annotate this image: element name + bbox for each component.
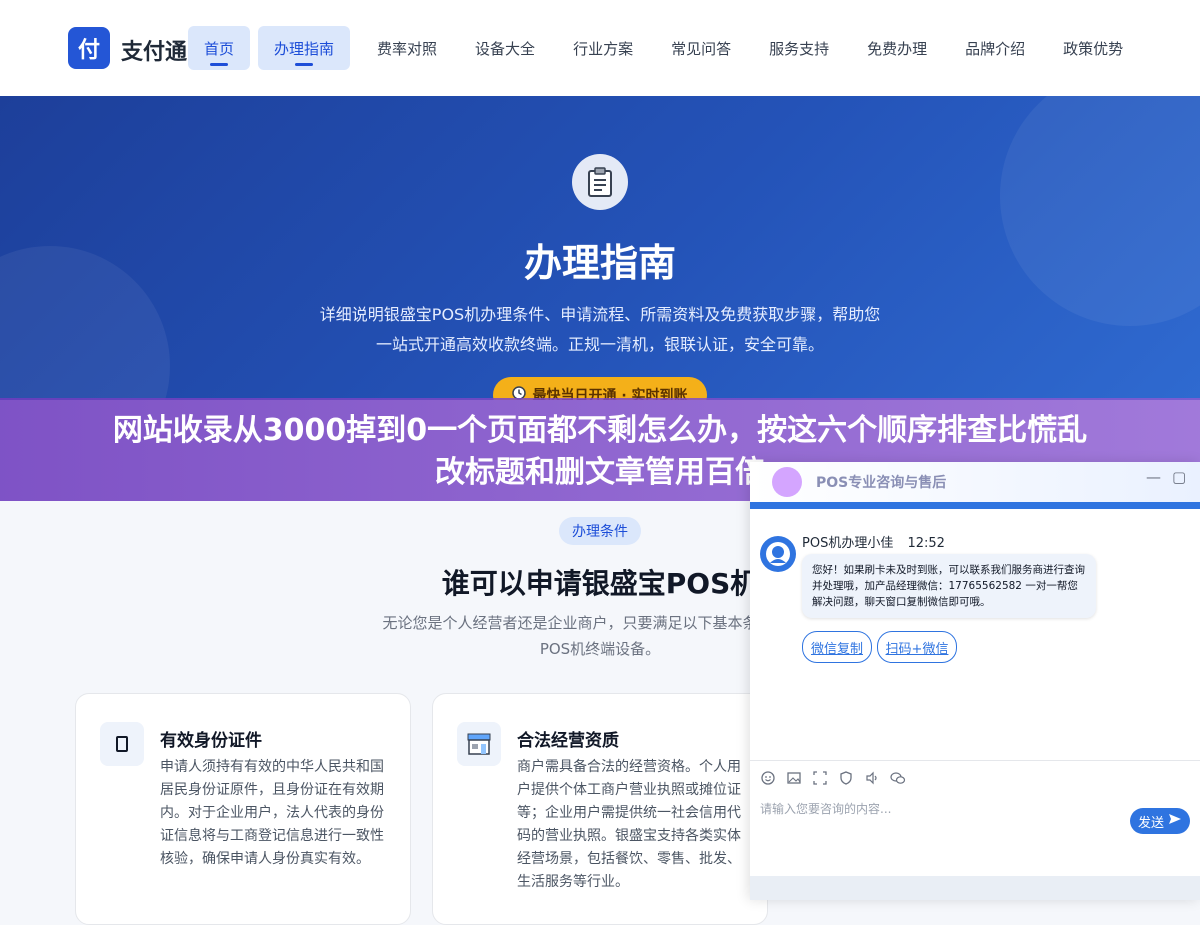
shield-icon[interactable] [838, 770, 854, 786]
hero-badge[interactable]: 最快当日开通 · 实时到账 [493, 377, 707, 400]
minimize-icon[interactable]: — [1146, 468, 1161, 486]
main-nav: 首页 办理指南 费率对照 设备大全 行业方案 常见问答 服务支持 免费办理 品牌… [188, 26, 1142, 70]
agent-message: 您好！如果刷卡未及时到账，可以联系我们服务商进行查询并处理哦，加产品经理微信：1… [802, 554, 1096, 618]
scan-wechat-button[interactable]: 扫码+微信 [877, 631, 957, 663]
agent-name-line: POS机办理小佳 12:52 [802, 532, 945, 551]
maximize-icon[interactable]: ▢ [1172, 468, 1186, 486]
send-label: 发送 [1137, 815, 1164, 831]
nav-item-policy[interactable]: 政策优势 [1044, 26, 1142, 70]
nav-item-brand[interactable]: 品牌介绍 [946, 26, 1044, 70]
hero-description: 详细说明银盛宝POS机办理条件、申请流程、所需资料及免费获取步骤，帮助您 一站式… [300, 300, 900, 360]
send-button[interactable]: 发送 [1130, 808, 1190, 834]
chat-logo [772, 467, 802, 497]
chat-header[interactable]: POS专业咨询与售后 — ▢ [750, 462, 1200, 502]
nav-item-apply[interactable]: 免费办理 [848, 26, 946, 70]
condition-card-id: 有效身份证件 申请人须持有有效的中华人民共和国居民身份证原件，且身份证在有效期内… [75, 693, 411, 925]
nav-item-home[interactable]: 首页 [188, 26, 251, 70]
agent-avatar [760, 536, 796, 572]
card-text: 商户需具备合法的经营资格。个人用户提供个体工商户营业执照或摊位证等；企业用户需提… [517, 759, 741, 890]
id-card-icon [100, 722, 144, 766]
chat-accent-bar [750, 502, 1200, 509]
clipboard-icon [572, 154, 628, 210]
hero-title: 办理指南 [523, 241, 676, 285]
agent-name: POS机办理小佳 [802, 536, 894, 551]
chat-toolbar [760, 770, 906, 786]
sound-icon[interactable] [864, 770, 880, 786]
top-header: 付 支付通 首页 办理指南 费率对照 设备大全 行业方案 常见问答 服务支持 免… [0, 0, 1200, 96]
section-tag: 办理条件 [559, 517, 641, 545]
chat-widget: POS专业咨询与售后 — ▢ POS机办理小佳 12:52 您好！如果刷卡未及时… [750, 462, 1200, 900]
nav-item-industry[interactable]: 行业方案 [554, 26, 652, 70]
nav-item-devices[interactable]: 设备大全 [456, 26, 554, 70]
nav-item-rates[interactable]: 费率对照 [358, 26, 456, 70]
condition-card-license: 合法经营资质 商户需具备合法的经营资格。个人用户提供个体工商户营业执照或摊位证等… [432, 693, 768, 925]
nav-item-support[interactable]: 服务支持 [750, 26, 848, 70]
decor-circle [1000, 96, 1200, 326]
screenshot-icon[interactable] [812, 770, 828, 786]
brand-logo[interactable]: 付 [68, 27, 110, 69]
article-title-line: 网站收录从3000掉到0一个页面都不剩怎么办，按这六个顺序排查比慌乱 [112, 413, 1088, 448]
message-time: 12:52 [907, 536, 945, 551]
logo-char: 付 [77, 38, 100, 63]
brand-name[interactable]: 支付通 [121, 34, 187, 66]
copy-wechat-button[interactable]: 微信复制 [802, 631, 872, 663]
send-icon [1168, 813, 1182, 829]
nav-item-faq[interactable]: 常见问答 [652, 26, 750, 70]
card-title: 有效身份证件 [160, 731, 262, 751]
card-title: 合法经营资质 [517, 731, 619, 751]
chat-title: POS专业咨询与售后 [816, 475, 947, 491]
hero-desc-line: 一站式开通高效收款终端。正规一清机，银联认证，安全可靠。 [375, 335, 824, 354]
chat-input[interactable]: 请输入您要咨询的内容... [760, 800, 1110, 817]
chat-divider [750, 760, 1200, 761]
shop-icon [457, 722, 501, 766]
nav-item-guide[interactable]: 办理指南 [258, 26, 351, 70]
hero-desc-line: 详细说明银盛宝POS机办理条件、申请流程、所需资料及免费获取步骤，帮助您 [319, 305, 881, 324]
card-text: 申请人须持有有效的中华人民共和国居民身份证原件，且身份证在有效期内。对于企业用户… [160, 759, 384, 867]
wechat-icon[interactable] [890, 770, 906, 786]
chat-footer [750, 876, 1200, 900]
hero-banner: 办理指南 详细说明银盛宝POS机办理条件、申请流程、所需资料及免费获取步骤，帮助… [0, 96, 1200, 400]
emoji-icon[interactable] [760, 770, 776, 786]
image-icon[interactable] [786, 770, 802, 786]
